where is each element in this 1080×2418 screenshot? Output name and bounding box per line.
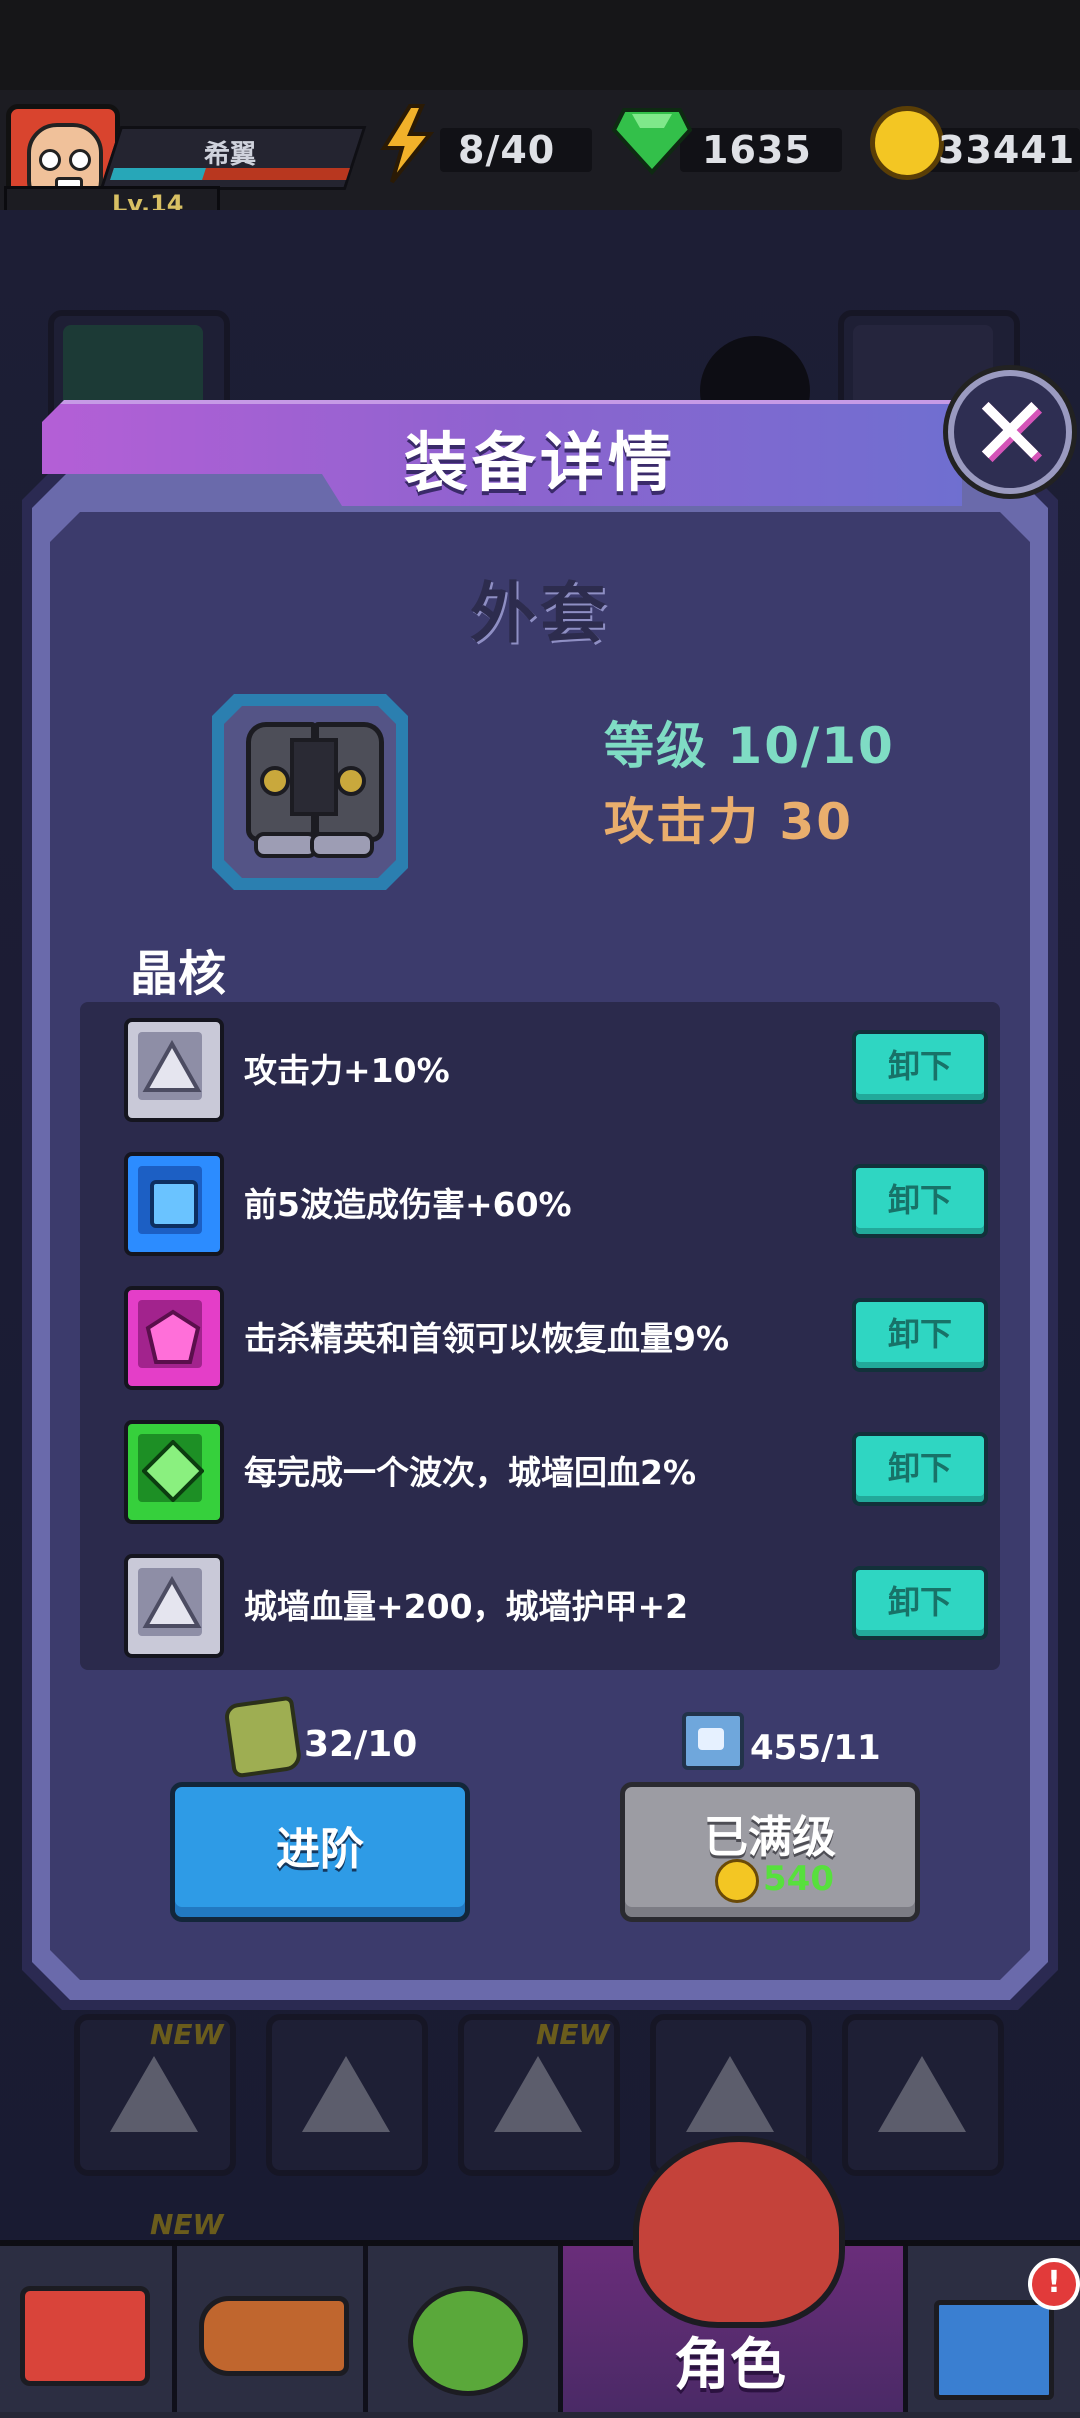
close-button[interactable]: ✕ — [948, 370, 1072, 494]
core-effect-text: 每完成一个波次，城墙回血2% — [244, 1453, 697, 1492]
material-count: 32/10 — [304, 1724, 418, 1765]
nav-tab-weapons[interactable] — [177, 2246, 368, 2412]
unequip-button[interactable]: 卸下 — [852, 1432, 988, 1506]
green-gem-icon — [612, 108, 692, 175]
blueprint-count: 455/11 — [750, 1728, 881, 1768]
nav-label-character: 角色 — [674, 2333, 786, 2398]
unequip-button[interactable]: 卸下 — [852, 1298, 988, 1372]
energy-value: 8/40 — [458, 128, 556, 172]
core-row: 攻击力+10% 卸下 — [80, 1002, 1000, 1136]
jacket-zipper-icon — [290, 738, 338, 816]
character-icon — [633, 2136, 845, 2328]
system-status-bar — [0, 0, 1080, 90]
zombie-icon — [408, 2286, 528, 2396]
gun-icon — [199, 2296, 349, 2376]
jacket-button-icon — [260, 766, 290, 796]
unequip-button[interactable]: 卸下 — [852, 1030, 988, 1104]
avatar-eye-icon — [69, 149, 91, 171]
blueprint-scroll-icon — [682, 1712, 744, 1770]
castle-icon — [934, 2300, 1054, 2400]
dialog-title: 装备详情 — [404, 427, 676, 501]
coin-value: 33441 — [938, 128, 1076, 172]
core-section-title: 晶核 — [130, 946, 227, 1002]
jacket-cuff-icon — [254, 832, 318, 858]
max-level-price: 540 — [763, 1859, 834, 1899]
silver-core-icon — [124, 1554, 224, 1658]
notification-badge: ! — [1028, 2258, 1080, 2310]
advance-button[interactable]: 进阶 — [170, 1782, 470, 1922]
jacket-button-icon — [336, 766, 366, 796]
core-row: 城墙血量+200，城墙护甲+2 卸下 — [80, 1538, 1000, 1672]
core-effect-text: 攻击力+10% — [244, 1051, 450, 1090]
gem-value: 1635 — [702, 128, 812, 172]
nav-tab-shop[interactable] — [0, 2246, 177, 2412]
core-effect-text: 前5波造成伤害+60% — [244, 1185, 572, 1224]
green-core-icon — [124, 1420, 224, 1524]
item-attack: 攻击力 30 — [604, 793, 853, 851]
item-level: 等级 10/10 — [604, 717, 895, 775]
jacket-cuff-icon — [310, 832, 374, 858]
player-name: 希翼 — [203, 140, 256, 170]
core-row: 击杀精英和首领可以恢复血量9% 卸下 — [80, 1270, 1000, 1404]
coin-icon — [715, 1859, 759, 1903]
avatar-eye-icon — [39, 149, 61, 171]
unequip-button[interactable]: 卸下 — [852, 1566, 988, 1640]
silver-core-icon — [124, 1018, 224, 1122]
core-row: 每完成一个波次，城墙回血2% 卸下 — [80, 1404, 1000, 1538]
core-effect-text: 击杀精英和首领可以恢复血量9% — [244, 1319, 730, 1358]
nav-tab-pets[interactable] — [368, 2246, 563, 2412]
blue-core-icon — [124, 1152, 224, 1256]
item-name: 外套 — [470, 575, 610, 652]
coin-icon — [870, 106, 944, 180]
close-icon: ✕ — [969, 376, 1051, 488]
shop-icon — [20, 2286, 150, 2386]
pink-core-icon — [124, 1286, 224, 1390]
max-level-label: 已满级 — [704, 1812, 836, 1863]
material-ore-icon — [223, 1695, 303, 1779]
lightning-icon — [380, 104, 435, 184]
max-level-button[interactable]: 已满级 540 — [620, 1782, 920, 1922]
unequip-button[interactable]: 卸下 — [852, 1164, 988, 1238]
core-effect-text: 城墙血量+200，城墙护甲+2 — [244, 1587, 689, 1626]
core-row: 前5波造成伤害+60% 卸下 — [80, 1136, 1000, 1270]
